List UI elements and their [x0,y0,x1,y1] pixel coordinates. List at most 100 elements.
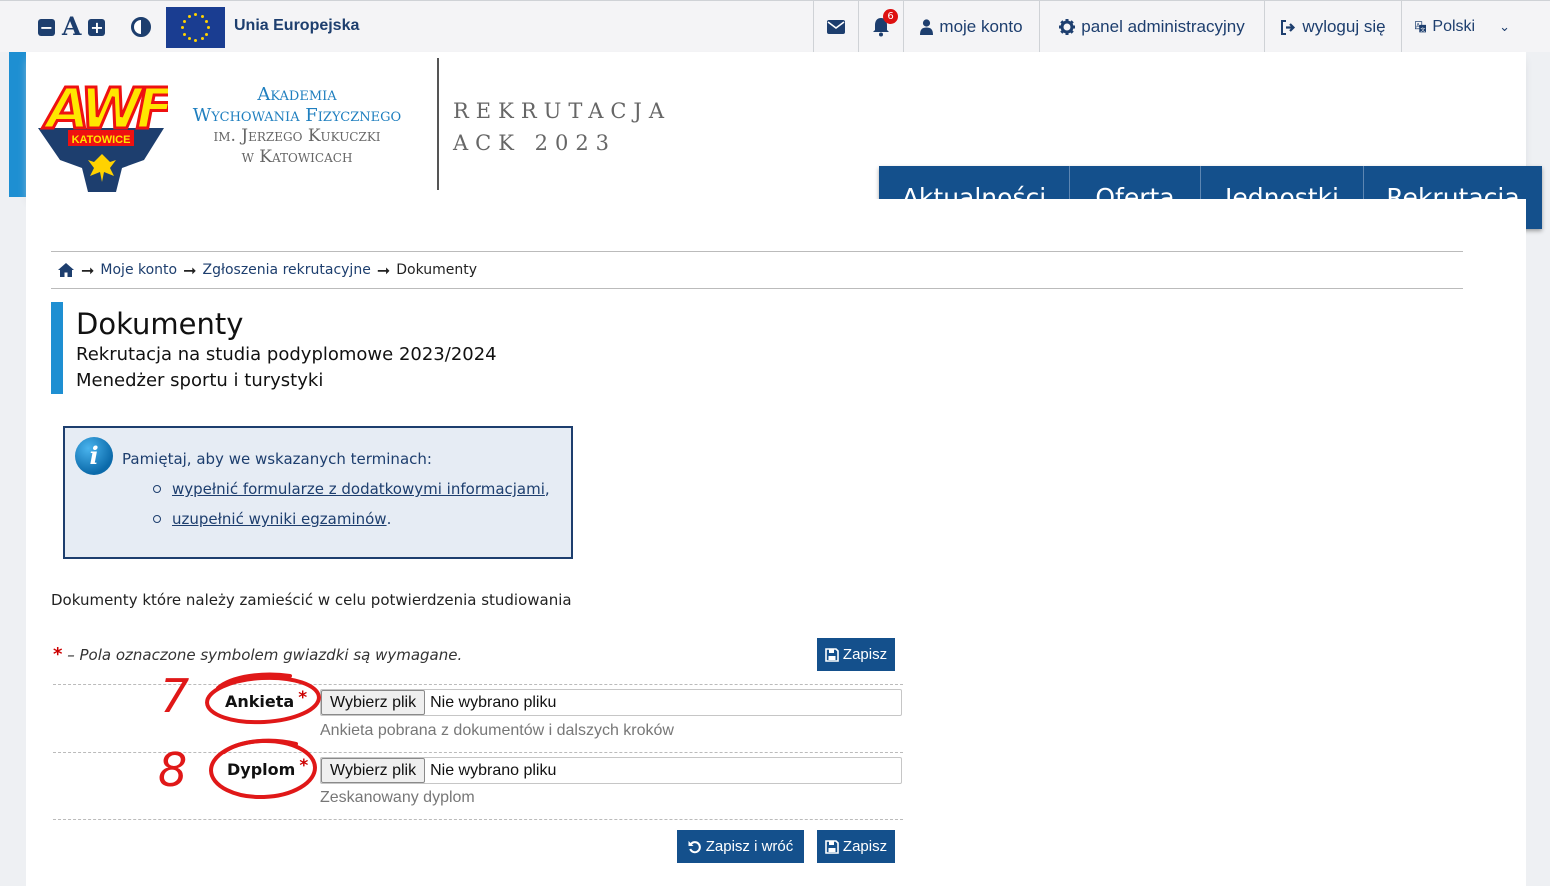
required-note: * – Pola oznaczone symbolem gwiazdki są … [53,644,462,665]
save-label: Zapisz [842,646,888,663]
sign-out-icon [1281,19,1296,35]
page-title: Dokumenty [76,307,244,341]
save-button-top[interactable]: Zapisz [817,638,895,671]
breadcrumb-arrow-icon: ➞ [376,260,391,280]
eu-flag-icon [166,7,225,48]
breadcrumb-moje-konto[interactable]: Moje konto [100,262,177,278]
envelope-icon [827,20,845,34]
field-label-dyplom: Dyplom * [227,756,308,780]
bullet-icon [153,515,161,523]
field-label-text: Ankieta [225,692,295,711]
eu-star-icon [194,13,197,16]
page-heading: Dokumenty Rekrutacja na studia podyplomo… [51,302,497,394]
home-icon[interactable] [57,262,75,278]
field-label-text: Dyplom [227,760,296,779]
divider [53,819,903,820]
eu-star-icon [182,32,186,36]
breadcrumb-zgloszenia[interactable]: Zgłoszenia rekrutacyjne [203,262,371,278]
logout-link[interactable]: wyloguj się [1264,1,1401,53]
breadcrumb-arrow-icon: ➞ [183,260,197,280]
breadcrumb: ➞ Moje konto ➞ Zgłoszenia rekrutacyjne ➞… [51,251,1463,289]
awf-logo[interactable]: KATOWICE AWF [36,60,168,192]
eu-star-icon [205,19,209,23]
required-star: * [299,756,309,776]
plus-icon[interactable]: + [88,18,106,36]
file-name-text: Nie wybrano pliku [430,693,557,711]
list-item: uzupełnić wyniki egzaminów. [153,510,550,528]
eu-star-icon [187,37,191,41]
language-label: Polski [1432,18,1476,35]
recruitment-line-1: REKRUTACJA [453,99,672,123]
file-input-dyplom[interactable]: Wybierz plik Nie wybrano pliku [320,757,902,784]
my-account-label: moje konto [939,17,1023,36]
save-button-bottom[interactable]: Zapisz [817,830,895,863]
logo-text: AWF [42,77,168,142]
floppy-icon [825,839,839,854]
admin-panel-link[interactable]: panel administracyjny [1039,1,1264,53]
eu-star-icon [205,32,209,36]
top-bar: − A + Unia Europejska 6 moje konto panel… [0,0,1550,53]
info-icon: i [75,437,113,475]
notification-count-badge: 6 [883,9,898,24]
file-name-text: Nie wybrano pliku [430,761,557,779]
language-dropdown[interactable]: A文 Polski ⌄ [1401,1,1523,53]
user-icon [920,19,934,35]
font-size-icon[interactable]: A [62,14,81,39]
info-text: Pamiętaj, aby we wskazanych terminach: [122,450,432,468]
save-and-back-button[interactable]: Zapisz i wróć [677,830,804,863]
page-subtitle-program: Menedżer sportu i turystyki [76,370,324,391]
uni-line-1: Akademia [257,84,337,105]
logout-label: wyloguj się [1302,17,1386,36]
field-label-ankieta: Ankieta * [225,688,307,712]
eu-star-icon [187,14,191,18]
save-and-back-label: Zapisz i wróć [705,838,794,855]
header-accent-strip [9,52,26,197]
page-subtitle-recruitment: Rekrutacja na studia podyplomowe 2023/20… [76,344,497,365]
university-name: Akademia Wychowania Fizycznego im. Jerze… [166,84,428,168]
chevron-down-icon: ⌄ [1499,19,1510,34]
save-label: Zapisz [842,838,888,855]
breadcrumb-arrow-icon: ➞ [81,260,95,280]
svg-text:文: 文 [1420,26,1425,33]
link-fill-forms[interactable]: wypełnić formularze z dodatkowymi inform… [172,480,545,498]
eu-star-icon [207,26,210,29]
required-note-text: – Pola oznaczone symbolem gwiazdki są wy… [67,646,463,664]
recruitment-line-2: ACK 2023 [453,131,617,155]
required-star: * [53,644,63,665]
top-nav: 6 moje konto panel administracyjny wylog… [813,1,1523,53]
field-help-ankieta: Ankieta pobrana z dokumentów i dalszych … [320,722,674,739]
admin-panel-label: panel administracyjny [1081,17,1245,36]
gear-icon [1059,19,1076,35]
uni-line-3: im. Jerzego Kukuczki [213,126,381,146]
notifications-button[interactable]: 6 [858,1,903,53]
floppy-icon [825,647,839,662]
link-suffix: , [544,480,550,498]
required-star: * [298,688,308,708]
eu-label: Unia Europejska [234,17,360,34]
my-account-link[interactable]: moje konto [903,1,1039,53]
messages-button[interactable] [813,1,858,53]
contrast-icon[interactable] [131,17,152,37]
minus-icon[interactable]: − [38,18,55,36]
eu-star-icon [181,26,184,29]
eu-star-icon [200,14,204,18]
eu-star-icon [194,39,197,42]
uni-line-4: w Katowicach [241,147,353,167]
file-input-ankieta[interactable]: Wybierz plik Nie wybrano pliku [320,689,902,716]
uni-line-2: Wychowania Fizycznego [192,105,402,126]
divider [53,752,903,753]
bullet-icon [153,485,161,493]
list-item: wypełnić formularze z dodatkowymi inform… [153,480,550,498]
info-list: wypełnić formularze z dodatkowymi inform… [153,480,550,540]
link-exam-results[interactable]: uzupełnić wyniki egzaminów [172,510,387,528]
info-box: i Pamiętaj, aby we wskazanych terminach:… [63,426,573,559]
field-help-dyplom: Zeskanowany dyplom [320,789,475,806]
choose-file-button[interactable]: Wybierz plik [321,758,426,783]
accessibility-controls: − A + [38,14,152,39]
translate-icon: A文 [1415,21,1427,33]
header-divider [437,58,439,190]
undo-icon [688,840,701,853]
divider [53,684,903,685]
choose-file-button[interactable]: Wybierz plik [321,690,426,715]
link-suffix: . [386,510,392,528]
